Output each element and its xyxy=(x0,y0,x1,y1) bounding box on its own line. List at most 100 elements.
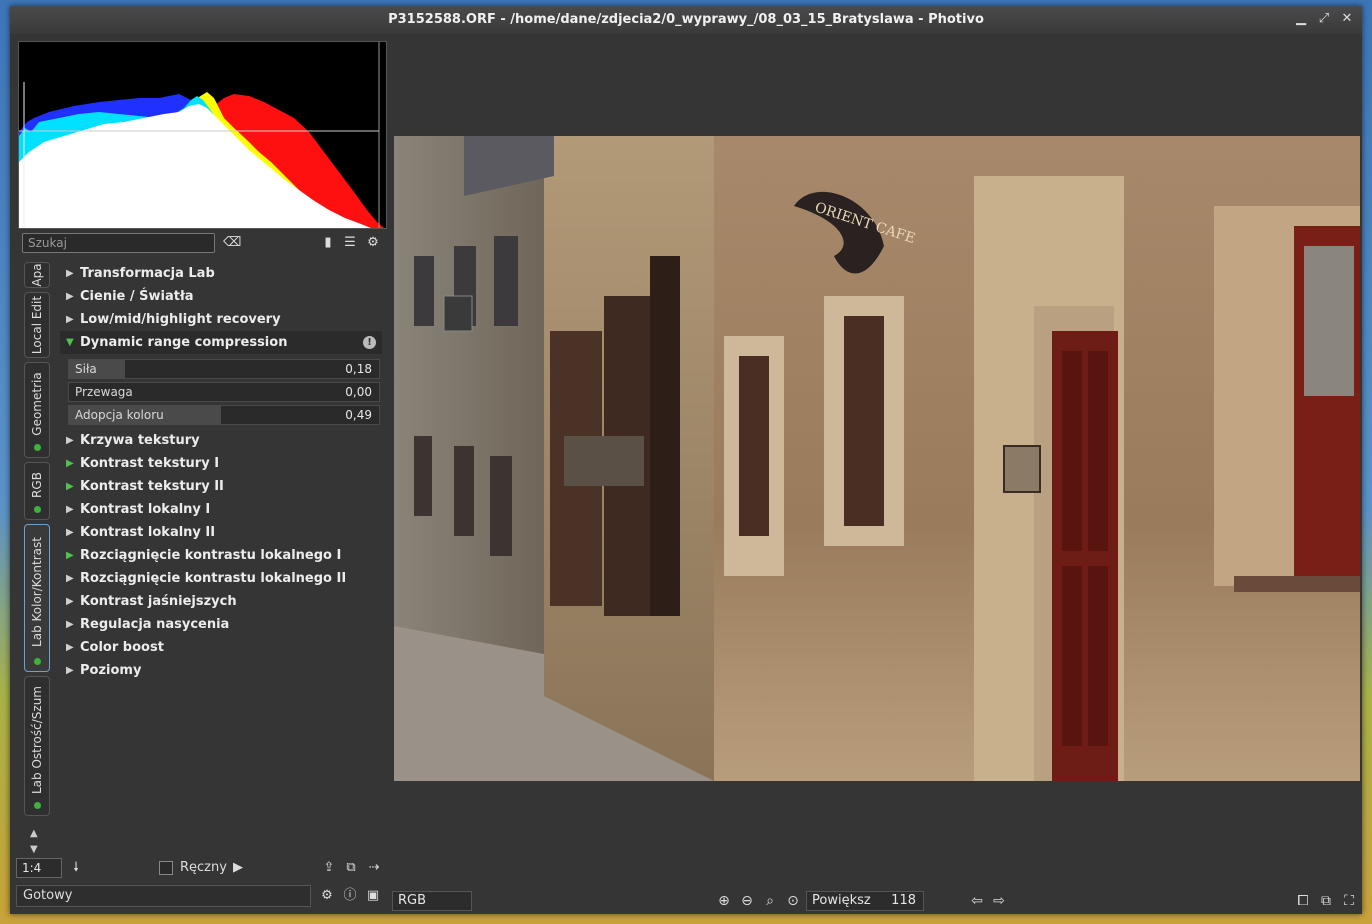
histogram-graph xyxy=(19,42,384,228)
module-label: Kontrast jaśniejszych xyxy=(80,594,237,609)
tab-rgb-active-dot xyxy=(34,506,41,513)
tab-geometria[interactable]: Geometria xyxy=(24,362,50,458)
module-item[interactable]: ▶ Poziomy xyxy=(60,659,382,682)
close-icon[interactable]: ✕ xyxy=(1340,12,1354,26)
module-item[interactable]: ▶ Kontrast lokalny II xyxy=(60,521,382,544)
module-item[interactable]: ▶ Cienie / Światła xyxy=(60,285,382,308)
module-item[interactable]: ▶ Low/mid/highlight recovery xyxy=(60,308,382,331)
collapsed-arrow-icon: ▶ xyxy=(66,291,74,302)
module-label: Rozciągnięcie kontrastu lokalnego I xyxy=(80,548,342,563)
info-icon[interactable]: ⓘ xyxy=(341,887,359,905)
viewer-toolbar: RGB ⊕ ⊖ ⌕ ⊙ Powiększ 118 ⇦ ⇨ ⧠ ⧉ ⛶ xyxy=(388,886,1362,914)
tab-rgb[interactable]: RGB xyxy=(24,462,50,520)
module-label: Rozciągnięcie kontrastu lokalnego II xyxy=(80,571,347,586)
tab-local-edit-label: Local Edit xyxy=(30,295,44,355)
slider-adopcja-koloru[interactable]: Adopcja koloru 0,49 xyxy=(68,405,380,425)
module-label: Kontrast lokalny I xyxy=(80,502,211,517)
slider-value: 0,49 xyxy=(345,408,372,422)
histogram xyxy=(18,41,387,229)
module-item[interactable]: ▶ Kontrast jaśniejszych xyxy=(60,590,382,613)
collapsed-arrow-icon: ▶ xyxy=(66,573,74,584)
export-icon[interactable]: ⇪ xyxy=(320,859,338,877)
tab-lab-kolor-kontrast[interactable]: Lab Kolor/Kontrast xyxy=(24,524,50,672)
download-arrow-icon[interactable]: 🠗 xyxy=(67,859,85,877)
zoom-value: 118 xyxy=(891,893,916,908)
module-label: Cienie / Światła xyxy=(80,289,194,304)
settings-gear-icon[interactable]: ⚙ xyxy=(364,234,382,252)
fullscreen-icon[interactable]: ▣ xyxy=(364,887,382,905)
active-arrow-icon: ▶ xyxy=(66,458,74,469)
info-icon[interactable]: ! xyxy=(363,336,376,349)
zoom-field[interactable]: Powiększ 118 xyxy=(806,891,924,911)
minimize-icon[interactable]: ▁ xyxy=(1294,12,1308,26)
next-image-icon[interactable]: ⇨ xyxy=(990,892,1008,910)
street-photo: ORIENT CAFE xyxy=(394,136,1360,781)
slider-przewaga[interactable]: Przewaga 0,00 xyxy=(68,382,380,402)
photo-canvas[interactable]: ORIENT CAFE xyxy=(394,136,1360,781)
slider-sila[interactable]: Siła 0,18 xyxy=(68,359,380,379)
play-icon[interactable]: ▶ xyxy=(229,859,247,877)
image-viewer[interactable]: ORIENT CAFE xyxy=(388,34,1362,886)
module-item[interactable]: ▶ Regulacja nasycenia xyxy=(60,613,382,636)
expanded-arrow-icon: ▼ xyxy=(66,337,74,348)
scale-select[interactable]: 1:4 xyxy=(16,858,62,878)
collapsed-arrow-icon: ▶ xyxy=(66,268,74,279)
module-sliders: Siła 0,18 Przewaga 0,00 Adopcja koloru 0… xyxy=(60,354,382,429)
slider-value: 0,00 xyxy=(345,385,372,399)
module-list: ▶ Transformacja Lab ▶ Cienie / Światła ▶ Lo… xyxy=(60,262,382,682)
status-text: Gotowy xyxy=(16,885,311,907)
settings-gear-icon[interactable]: ⚙ xyxy=(318,887,336,905)
tab-scroll-down-icon[interactable]: ▼ xyxy=(30,844,38,855)
active-arrow-icon: ▶ xyxy=(66,481,74,492)
module-item[interactable]: ▶ Kontrast tekstury II xyxy=(60,475,382,498)
compare-icon[interactable]: ⧠ xyxy=(1294,892,1312,910)
bookmark-icon[interactable]: ▮ xyxy=(319,234,337,252)
module-item-expanded[interactable]: ▼ Dynamic range compression! xyxy=(60,331,382,354)
module-item[interactable]: ▶ Transformacja Lab xyxy=(60,262,382,285)
collapsed-arrow-icon: ▶ xyxy=(66,314,74,325)
tab-geometria-label: Geometria xyxy=(30,372,44,437)
module-label: Kontrast tekstury II xyxy=(80,479,224,494)
tab-lab-ostrosc-szum[interactable]: Lab Ostrość/Szum xyxy=(24,676,50,816)
tab-lab-ostrosc-szum-label: Lab Ostrość/Szum xyxy=(30,686,44,795)
tab-apa[interactable]: Apa xyxy=(24,262,50,288)
module-item[interactable]: ▶ Krzywa tekstury xyxy=(60,429,382,452)
tab-rgb-label: RGB xyxy=(30,472,44,499)
module-label: Kontrast tekstury I xyxy=(80,456,220,471)
maximize-icon[interactable]: ⤢ xyxy=(1317,12,1331,26)
module-item[interactable]: ▶ Rozciągnięcie kontrastu lokalnego I xyxy=(60,544,382,567)
search-input[interactable] xyxy=(22,233,215,253)
module-label: Regulacja nasycenia xyxy=(80,617,230,632)
more-icon[interactable]: ⇢ xyxy=(365,859,383,877)
tab-apa-label: Apa xyxy=(30,263,44,287)
module-item[interactable]: ▶ Rozciągnięcie kontrastu lokalnego II xyxy=(60,567,382,590)
left-panel: ⌫ ▮ ☰ ⚙ Apa Local Edit Geometria RGB Lab… xyxy=(10,34,388,914)
fit-window-icon[interactable]: ⛶ xyxy=(1340,892,1358,910)
tab-lab-ostrosc-szum-active-dot xyxy=(34,802,41,809)
tab-local-edit[interactable]: Local Edit xyxy=(24,292,50,358)
module-item[interactable]: ▶ Color boost xyxy=(60,636,382,659)
previous-image-icon[interactable]: ⇦ xyxy=(968,892,986,910)
zoom-out-icon[interactable]: ⊖ xyxy=(738,892,756,910)
module-label: Dynamic range compression xyxy=(80,335,288,350)
zoom-in-icon[interactable]: ⊕ xyxy=(715,892,733,910)
menu-icon[interactable]: ☰ xyxy=(341,234,359,252)
window-title: P3152588.ORF - /home/dane/zdjecia2/0_wyp… xyxy=(388,12,984,27)
title-bar[interactable]: P3152588.ORF - /home/dane/zdjecia2/0_wyp… xyxy=(10,6,1362,35)
batch-icon[interactable]: ⧉ xyxy=(342,859,360,877)
collapsed-arrow-icon: ▶ xyxy=(66,596,74,607)
zoom-fit-icon[interactable]: ⌕ xyxy=(761,892,779,910)
search-row: ⌫ ▮ ☰ ⚙ xyxy=(22,233,384,255)
clear-search-icon[interactable]: ⌫ xyxy=(223,234,241,252)
module-label: Kontrast lokalny II xyxy=(80,525,216,540)
channel-select[interactable]: RGB xyxy=(392,891,472,911)
manual-label: Ręczny xyxy=(180,860,227,875)
collapsed-arrow-icon: ▶ xyxy=(66,642,74,653)
module-item[interactable]: ▶ Kontrast lokalny I xyxy=(60,498,382,521)
zoom-100-icon[interactable]: ⊙ xyxy=(784,892,802,910)
duplicate-icon[interactable]: ⧉ xyxy=(1317,892,1335,910)
manual-checkbox[interactable] xyxy=(159,861,173,875)
module-item[interactable]: ▶ Kontrast tekstury I xyxy=(60,452,382,475)
slider-label: Adopcja koloru xyxy=(75,408,164,422)
tab-scroll-up-icon[interactable]: ▲ xyxy=(30,828,38,839)
